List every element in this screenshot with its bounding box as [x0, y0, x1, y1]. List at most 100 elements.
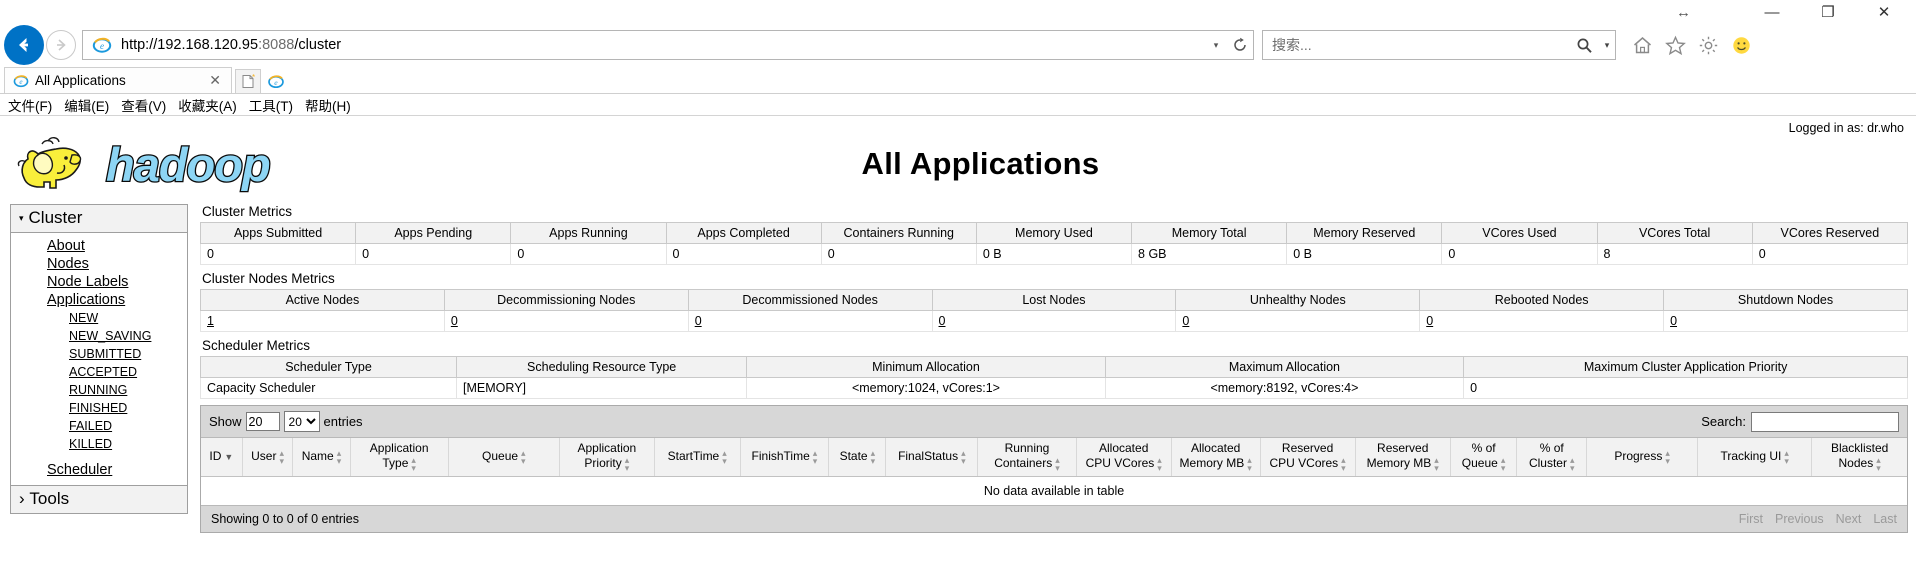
entries-label: entries [323, 414, 363, 429]
minimize-button[interactable]: — [1744, 0, 1800, 24]
sidebar-item-failed[interactable]: FAILED [11, 418, 112, 434]
col-starttime[interactable]: StartTime ▴ ▾ [653, 438, 741, 477]
sidebar-item-finished[interactable]: FINISHED [11, 400, 127, 416]
pager-previous[interactable]: Previous [1775, 512, 1824, 526]
col-user[interactable]: User ▴ ▾ [241, 438, 293, 477]
col-of-cluster[interactable]: % of Cluster ▴ ▾ [1516, 438, 1587, 477]
sidebar-tools-header[interactable]: › Tools [11, 486, 187, 513]
col-of-queue[interactable]: % of Queue ▴ ▾ [1449, 438, 1517, 477]
home-icon[interactable] [1632, 35, 1653, 56]
unhealthy-nodes-link[interactable]: 0 [1182, 314, 1189, 328]
col-progress[interactable]: Progress ▴ ▾ [1586, 438, 1698, 477]
col-name[interactable]: Name ▴ ▾ [292, 438, 351, 477]
col-blacklisted-nodes[interactable]: Blacklisted Nodes ▴ ▾ [1811, 438, 1907, 477]
shutdown-nodes-link[interactable]: 0 [1670, 314, 1677, 328]
sort-both-icon[interactable]: ▴ ▾ [337, 448, 342, 465]
sort-both-icon[interactable]: ▴ ▾ [625, 455, 630, 472]
menu-file[interactable]: 文件(F) [8, 95, 52, 115]
tab-close-icon[interactable]: ✕ [203, 72, 227, 89]
sort-both-icon[interactable]: ▴ ▾ [1501, 455, 1506, 472]
decommissioned-nodes-link[interactable]: 0 [695, 314, 702, 328]
menu-view[interactable]: 查看(V) [121, 95, 166, 115]
close-button[interactable]: ✕ [1856, 0, 1912, 24]
sort-both-icon[interactable]: ▴ ▾ [1570, 455, 1575, 472]
pager-first[interactable]: First [1739, 512, 1763, 526]
sidebar-item-submitted[interactable]: SUBMITTED [11, 346, 141, 362]
rebooted-nodes-link[interactable]: 0 [1426, 314, 1433, 328]
restore-button[interactable]: ❐ [1800, 0, 1856, 24]
sort-both-icon[interactable]: ▴ ▾ [813, 448, 818, 465]
pager-last[interactable]: Last [1873, 512, 1897, 526]
col-running-containers[interactable]: Running Containers ▴ ▾ [977, 438, 1077, 477]
col-application-priority[interactable]: Application Priority ▴ ▾ [558, 438, 655, 477]
sidebar-item-new-saving[interactable]: NEW_SAVING [11, 328, 151, 344]
sort-both-icon[interactable]: ▴ ▾ [1247, 455, 1252, 472]
col-queue[interactable]: Queue ▴ ▾ [447, 438, 560, 477]
col-reserved-cpu-vcores[interactable]: Reserved CPU VCores ▴ ▾ [1259, 438, 1356, 477]
smiley-feedback-icon[interactable] [1731, 35, 1752, 56]
refresh-icon[interactable] [1227, 37, 1253, 53]
decommissioning-nodes-link[interactable]: 0 [451, 314, 458, 328]
sort-both-icon[interactable]: ▴ ▾ [871, 448, 876, 465]
table-row: No data available in table [201, 475, 1907, 505]
forward-button-icon[interactable] [46, 30, 76, 60]
sort-both-icon[interactable]: ▴ ▾ [1784, 448, 1789, 465]
lost-nodes-link[interactable]: 0 [939, 314, 946, 328]
search-label: Search: [1701, 414, 1746, 429]
back-button-icon[interactable] [4, 25, 44, 65]
search-icon[interactable] [1569, 37, 1599, 54]
page-length-select[interactable]: 20 [283, 411, 320, 432]
sidebar-item-applications[interactable]: Applications [11, 291, 125, 309]
col-allocated-cpu-vcores[interactable]: Allocated CPU VCores ▴ ▾ [1075, 438, 1172, 477]
sort-both-icon[interactable]: ▴ ▾ [1876, 455, 1881, 472]
favorites-star-icon[interactable] [1665, 35, 1686, 56]
sidebar-item-accepted[interactable]: ACCEPTED [11, 364, 137, 380]
tab-all-applications[interactable]: e All Applications ✕ [4, 67, 232, 93]
col-state[interactable]: State ▴ ▾ [828, 438, 886, 477]
table-search-input[interactable] [1751, 411, 1899, 432]
sidebar-item-killed[interactable]: KILLED [11, 436, 112, 452]
col-id[interactable]: ID ▼ [201, 438, 243, 477]
tab-label: All Applications [35, 73, 126, 88]
sort-both-icon[interactable]: ▴ ▾ [411, 455, 416, 472]
menu-help[interactable]: 帮助(H) [305, 95, 351, 115]
browser-search-bar[interactable]: 搜索... ▾ [1262, 30, 1616, 60]
tools-gear-icon[interactable] [1698, 35, 1719, 56]
col-finalstatus[interactable]: FinalStatus ▴ ▾ [885, 438, 978, 477]
col-maximum-allocation: Maximum Allocation [1104, 356, 1465, 378]
sidebar-item-scheduler[interactable]: Scheduler [11, 461, 112, 479]
sidebar-item-nodes[interactable]: Nodes [11, 255, 89, 273]
col-tracking-ui[interactable]: Tracking UI ▴ ▾ [1697, 438, 1812, 477]
sort-both-icon[interactable]: ▴ ▾ [1341, 455, 1346, 472]
sort-both-icon[interactable]: ▴ ▾ [521, 448, 526, 465]
sort-both-icon[interactable]: ▴ ▾ [1665, 448, 1670, 465]
col-allocated-memory-mb[interactable]: Allocated Memory MB ▴ ▾ [1170, 438, 1261, 477]
sidebar-item-running[interactable]: RUNNING [11, 382, 127, 398]
open-in-ie-button[interactable]: e [263, 69, 289, 93]
sort-both-icon[interactable]: ▴ ▾ [279, 448, 284, 465]
menu-favorites[interactable]: 收藏夹(A) [178, 95, 237, 115]
sort-descending-icon[interactable]: ▼ [224, 452, 233, 462]
sort-both-icon[interactable]: ▴ ▾ [1055, 455, 1060, 472]
sort-both-icon[interactable]: ▴ ▾ [961, 448, 966, 465]
address-bar[interactable]: e http://192.168.120.95:8088/cluster ▾ [82, 30, 1254, 60]
search-dropdown-icon[interactable]: ▾ [1599, 40, 1615, 51]
sidebar-cluster-header[interactable]: ▾ Cluster [11, 205, 187, 233]
menu-tools[interactable]: 工具(T) [249, 95, 293, 115]
sidebar-item-about[interactable]: About [11, 237, 85, 255]
pager-next[interactable]: Next [1836, 512, 1862, 526]
col-application-type[interactable]: Application Type ▴ ▾ [349, 438, 449, 477]
active-nodes-link[interactable]: 1 [207, 314, 214, 328]
new-tab-button[interactable]: * [235, 69, 261, 93]
sort-both-icon[interactable]: ▴ ▾ [1157, 455, 1162, 472]
sidebar-item-node-labels[interactable]: Node Labels [11, 273, 128, 291]
page-length-input[interactable] [245, 412, 280, 431]
address-dropdown-icon[interactable]: ▾ [1205, 40, 1227, 51]
col-finishtime[interactable]: FinishTime ▴ ▾ [739, 438, 829, 477]
col-reserved-memory-mb[interactable]: Reserved Memory MB ▴ ▾ [1354, 438, 1451, 477]
sidebar-item-new[interactable]: NEW [11, 310, 98, 326]
sort-both-icon[interactable]: ▴ ▾ [1434, 455, 1439, 472]
sort-both-icon[interactable]: ▴ ▾ [722, 448, 727, 465]
col-containers-running: Containers Running [820, 222, 977, 244]
menu-edit[interactable]: 编辑(E) [64, 95, 109, 115]
